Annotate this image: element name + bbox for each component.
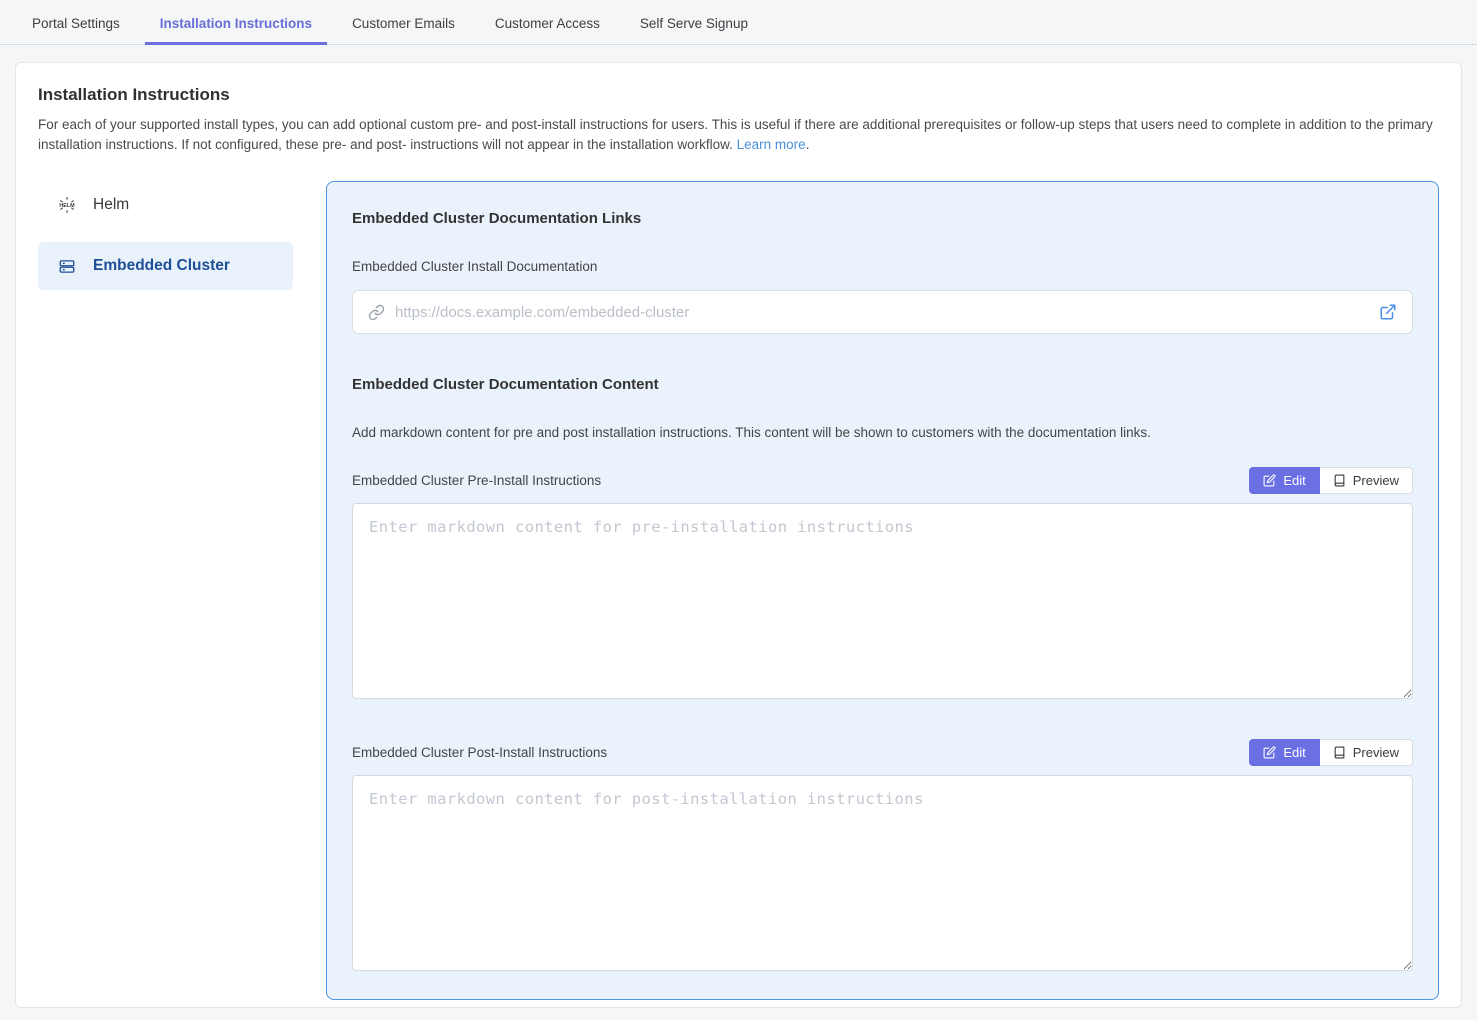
page-title: Installation Instructions <box>38 85 1439 105</box>
post-install-mode-toggle: Edit Preview <box>1249 739 1413 766</box>
page-description: For each of your supported install types… <box>38 115 1439 155</box>
install-documentation-label: Embedded Cluster Install Documentation <box>352 259 1413 274</box>
tab-customer-access[interactable]: Customer Access <box>480 3 615 45</box>
content-row: HELM Helm Embedded Cluster E <box>38 181 1439 1000</box>
post-install-edit-button[interactable]: Edit <box>1249 739 1319 766</box>
link-icon <box>368 304 385 321</box>
post-install-label-row: Embedded Cluster Post-Install Instructio… <box>352 739 1413 766</box>
installation-instructions-card: Installation Instructions For each of yo… <box>15 62 1462 1008</box>
tab-self-serve-signup[interactable]: Self Serve Signup <box>625 3 763 45</box>
sidebar-item-helm[interactable]: HELM Helm <box>38 181 293 229</box>
pre-install-instructions-textarea[interactable] <box>352 503 1413 699</box>
sidebar-item-embedded-cluster[interactable]: Embedded Cluster <box>38 242 293 290</box>
preview-button-label: Preview <box>1353 473 1399 488</box>
svg-text:HELM: HELM <box>59 203 75 209</box>
pre-install-mode-toggle: Edit Preview <box>1249 467 1413 494</box>
preview-button-label: Preview <box>1353 745 1399 760</box>
pre-install-edit-button[interactable]: Edit <box>1249 467 1319 494</box>
page-description-suffix: . <box>806 137 810 152</box>
documentation-content-heading: Embedded Cluster Documentation Content <box>352 376 1413 393</box>
pre-install-preview-button[interactable]: Preview <box>1320 467 1413 494</box>
edit-button-label: Edit <box>1283 745 1305 760</box>
tab-customer-emails[interactable]: Customer Emails <box>337 3 470 45</box>
edit-icon <box>1263 746 1276 759</box>
external-link-icon[interactable] <box>1379 303 1397 321</box>
install-documentation-url-field[interactable] <box>352 290 1413 334</box>
tab-portal-settings[interactable]: Portal Settings <box>17 3 135 45</box>
post-install-instructions-textarea[interactable] <box>352 775 1413 971</box>
pre-install-label: Embedded Cluster Pre-Install Instruction… <box>352 473 601 488</box>
sidebar-item-label: Embedded Cluster <box>93 257 230 275</box>
page-description-text: For each of your supported install types… <box>38 117 1433 152</box>
install-documentation-url-input[interactable] <box>395 304 1369 321</box>
learn-more-link[interactable]: Learn more <box>737 137 806 152</box>
embedded-cluster-panel: Embedded Cluster Documentation Links Emb… <box>326 181 1439 1000</box>
documentation-content-description: Add markdown content for pre and post in… <box>352 425 1413 440</box>
pre-install-label-row: Embedded Cluster Pre-Install Instruction… <box>352 467 1413 494</box>
post-install-preview-button[interactable]: Preview <box>1320 739 1413 766</box>
edit-icon <box>1263 474 1276 487</box>
helm-logo-icon: HELM <box>58 196 76 214</box>
top-tab-bar: Portal Settings Installation Instruction… <box>0 0 1477 45</box>
tab-installation-instructions[interactable]: Installation Instructions <box>145 3 327 45</box>
sidebar-item-label: Helm <box>93 196 129 214</box>
server-stack-icon <box>58 257 76 275</box>
edit-button-label: Edit <box>1283 473 1305 488</box>
install-type-nav: HELM Helm Embedded Cluster <box>38 181 293 303</box>
post-install-label: Embedded Cluster Post-Install Instructio… <box>352 745 607 760</box>
book-icon <box>1333 474 1346 487</box>
documentation-links-heading: Embedded Cluster Documentation Links <box>352 210 1413 227</box>
book-icon <box>1333 746 1346 759</box>
